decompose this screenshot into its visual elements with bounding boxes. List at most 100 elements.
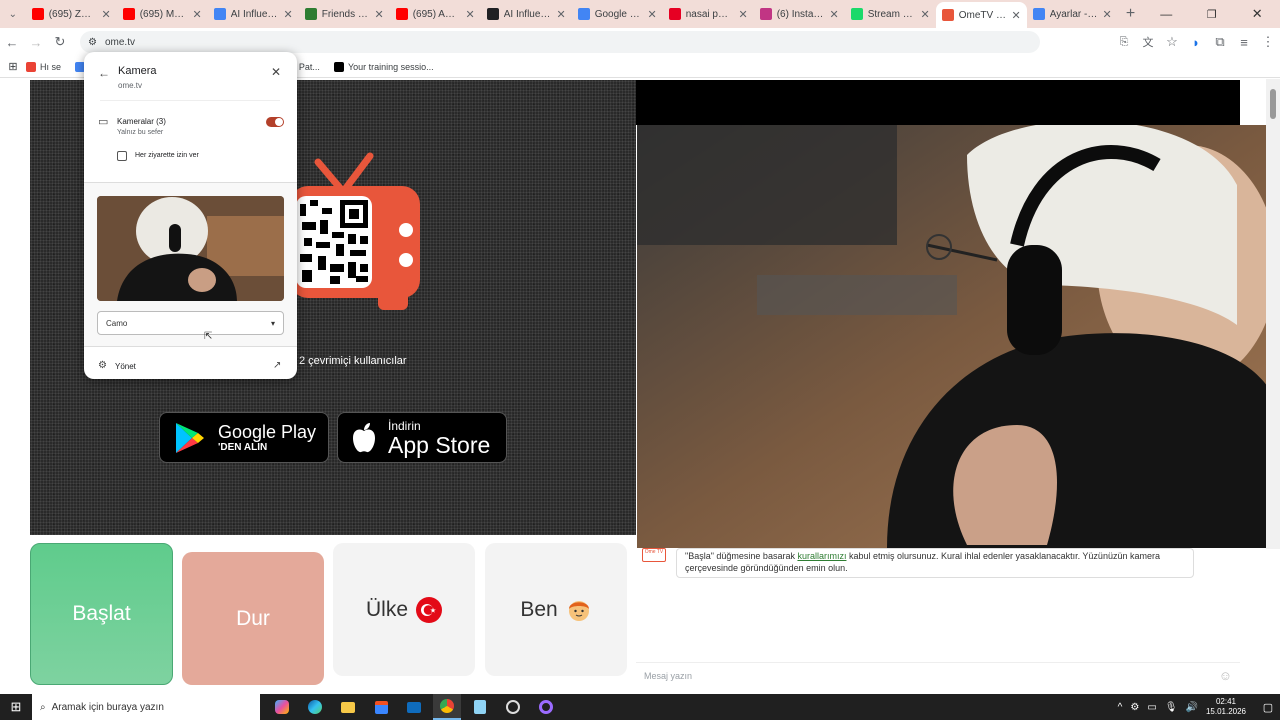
close-window-button[interactable]: ✕ bbox=[1234, 6, 1280, 22]
extension-icon-1[interactable]: ◗ bbox=[1184, 35, 1208, 50]
close-icon[interactable]: ✕ bbox=[271, 65, 281, 79]
back-arrow-icon[interactable]: ← bbox=[98, 66, 110, 80]
always-allow-checkbox[interactable] bbox=[117, 151, 127, 161]
app-circle-icon[interactable] bbox=[532, 694, 560, 720]
open-external-icon[interactable]: ↗ bbox=[273, 360, 281, 371]
tab-close-icon[interactable]: ✕ bbox=[921, 8, 930, 21]
country-button[interactable]: Ülke bbox=[333, 543, 475, 676]
message-input[interactable]: Mesaj yazın ☺ bbox=[636, 662, 1240, 688]
file-explorer-icon[interactable] bbox=[334, 694, 362, 720]
tab-title: (6) Instagram bbox=[776, 8, 825, 20]
volume-icon[interactable]: 🔊 bbox=[1186, 702, 1198, 713]
camera-icon: ▭ bbox=[98, 116, 109, 128]
tab-close-icon[interactable]: ✕ bbox=[375, 8, 384, 21]
browser-tab[interactable]: (695) Mukemm... ✕ bbox=[117, 0, 208, 28]
tab-favicon-icon bbox=[759, 8, 772, 20]
translate-icon[interactable]: 文 bbox=[1136, 34, 1160, 50]
tab-title: Friends 4-Sez... bbox=[321, 8, 370, 20]
me-button[interactable]: Ben bbox=[485, 543, 627, 676]
bookmark-item[interactable]: Your training sessio... bbox=[333, 61, 434, 72]
ometv-avatar: Ome TV bbox=[642, 548, 666, 562]
country-label: Ülke bbox=[365, 597, 408, 621]
apps-icon[interactable]: ⊞ bbox=[0, 60, 26, 73]
copilot-icon[interactable] bbox=[268, 694, 296, 720]
new-tab-button[interactable]: + bbox=[1118, 5, 1144, 23]
browser-tab[interactable]: AI Influencer... ✕ bbox=[481, 0, 572, 28]
tab-close-icon[interactable]: ✕ bbox=[102, 8, 111, 21]
tab-close-icon[interactable]: ✕ bbox=[284, 8, 293, 21]
app-store-button[interactable]: İndirin App Store bbox=[337, 412, 507, 463]
camera-select[interactable]: Camo ▾ bbox=[97, 311, 284, 335]
browser-tab[interactable]: (695) ZXUSI... ✕ bbox=[26, 0, 117, 28]
edge-icon[interactable] bbox=[301, 694, 329, 720]
self-camera-video bbox=[637, 125, 1280, 548]
restore-button[interactable]: ❐ bbox=[1189, 8, 1235, 21]
turkey-flag-icon bbox=[416, 596, 442, 623]
mail-icon[interactable] bbox=[400, 694, 428, 720]
self-camera-frame bbox=[637, 125, 1280, 548]
tab-search-chevron-icon[interactable]: ⌄ bbox=[0, 9, 26, 20]
google-play-button[interactable]: Google Play 'DEN ALIN bbox=[159, 412, 329, 463]
tab-list: (695) ZXUSI...✕(695) Mukemm...✕AI Influe… bbox=[26, 0, 1118, 28]
obs-icon[interactable] bbox=[499, 694, 527, 720]
camera-preview-image bbox=[97, 196, 284, 301]
tab-favicon-icon bbox=[1032, 8, 1045, 20]
tab-close-icon[interactable]: ✕ bbox=[739, 8, 748, 21]
browser-tab[interactable]: (6) Instagram ✕ bbox=[754, 0, 845, 28]
back-icon[interactable]: ← bbox=[0, 35, 24, 50]
windows-start-icon[interactable]: ⊞ bbox=[0, 699, 32, 715]
emoji-icon[interactable]: ☺ bbox=[1219, 668, 1232, 683]
url-field[interactable]: ⚙ ome.tv bbox=[80, 31, 1040, 53]
cast-icon[interactable]: ⎘ bbox=[1112, 36, 1136, 49]
manage-link[interactable]: Yönet bbox=[115, 362, 136, 371]
notification-icon[interactable]: ▢ bbox=[1256, 701, 1280, 714]
bookmark-item[interactable]: Hı se bbox=[26, 61, 61, 72]
windows-taskbar: ⊞ ⌕ Aramak için buraya yazın ^ ⚙ ▭ 🎙 🔊 0… bbox=[0, 694, 1280, 720]
tab-close-icon[interactable]: ✕ bbox=[830, 8, 839, 21]
minimize-button[interactable]: — bbox=[1143, 7, 1189, 21]
tab-close-icon[interactable]: ✕ bbox=[648, 8, 657, 21]
camera-permission-toggle[interactable] bbox=[266, 117, 284, 127]
tab-close-icon[interactable]: ✕ bbox=[193, 8, 202, 21]
rules-link[interactable]: kurallarımızı bbox=[797, 551, 846, 561]
tray-overflow-icon[interactable]: ^ bbox=[1118, 702, 1123, 713]
browser-tab[interactable]: (695) And Pe... ✕ bbox=[390, 0, 481, 28]
browser-tab[interactable]: Stream - Kic... ✕ bbox=[845, 0, 936, 28]
notepad-icon[interactable] bbox=[466, 694, 494, 720]
extensions-icon[interactable]: ⧉ bbox=[1208, 34, 1232, 50]
tab-title: (695) Mukemm... bbox=[139, 8, 188, 20]
clock[interactable]: 02:41 15.01.2026 bbox=[1206, 697, 1246, 717]
tab-close-icon[interactable]: ✕ bbox=[1012, 9, 1021, 22]
microphone-icon[interactable]: 🎙 bbox=[1165, 702, 1178, 713]
start-button[interactable]: Başlat bbox=[30, 543, 173, 685]
media-icon[interactable]: ≡ bbox=[1232, 35, 1256, 50]
reload-icon[interactable]: ↻ bbox=[48, 34, 72, 50]
taskbar-search[interactable]: ⌕ Aramak için buraya yazın bbox=[32, 694, 260, 720]
site-settings-icon[interactable]: ⚙ bbox=[88, 37, 97, 48]
browser-tab[interactable]: nasai pancer... ✕ bbox=[663, 0, 754, 28]
browser-menu-icon[interactable]: ⋮ bbox=[1256, 34, 1280, 50]
browser-tab[interactable]: Friends 4-Sez... ✕ bbox=[299, 0, 390, 28]
bookmark-star-icon[interactable]: ☆ bbox=[1160, 34, 1184, 50]
tray-app-icon[interactable]: ⚙ bbox=[1130, 702, 1139, 713]
google-play-icon bbox=[176, 422, 204, 453]
clock-date: 15.01.2026 bbox=[1205, 707, 1246, 716]
tab-close-icon[interactable]: ✕ bbox=[466, 8, 475, 21]
store-icon[interactable] bbox=[367, 694, 395, 720]
network-icon[interactable]: ▭ bbox=[1147, 702, 1156, 713]
start-label: Başlat bbox=[72, 602, 131, 625]
tab-close-icon[interactable]: ✕ bbox=[557, 8, 566, 21]
forward-icon[interactable]: → bbox=[24, 35, 48, 50]
tab-title: nasai pancer... bbox=[685, 8, 734, 20]
clock-time: 02:41 bbox=[1215, 697, 1236, 706]
tab-close-icon[interactable]: ✕ bbox=[1103, 8, 1112, 21]
dropdown-caret-icon: ▾ bbox=[270, 318, 275, 328]
scrollbar-thumb[interactable] bbox=[1270, 89, 1276, 119]
browser-tab[interactable]: OmeTV Vide... ✕ bbox=[935, 2, 1027, 28]
browser-tab[interactable]: AI Influencer... ✕ bbox=[208, 0, 299, 28]
stop-button[interactable]: Dur bbox=[182, 552, 324, 685]
page-scrollbar[interactable] bbox=[1266, 79, 1280, 549]
chrome-icon[interactable] bbox=[433, 694, 461, 720]
browser-tab[interactable]: Ayarlar - Ke... ✕ bbox=[1027, 0, 1118, 28]
browser-tab[interactable]: Google Gem... ✕ bbox=[572, 0, 663, 28]
